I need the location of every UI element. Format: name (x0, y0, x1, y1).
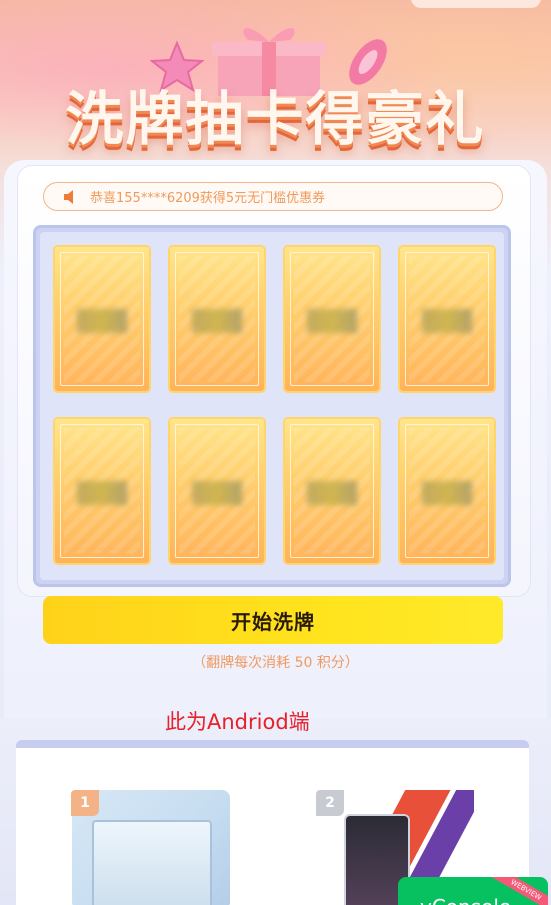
card-1[interactable] (55, 247, 149, 391)
speaker-icon (64, 189, 73, 204)
hero-banner: 洗牌抽卡得豪礼 (0, 0, 551, 170)
page-title: 洗牌抽卡得豪礼 (65, 85, 486, 153)
vconsole-button[interactable]: vConsole WEBVIEW (398, 877, 548, 905)
cost-note: （翻牌每次消耗 50 积分） (192, 655, 359, 671)
card-2[interactable] (170, 247, 264, 391)
card-5[interactable] (55, 419, 149, 563)
card-7[interactable] (285, 419, 379, 563)
card-blurred-prize (307, 481, 357, 505)
card-blurred-prize (422, 309, 472, 333)
card-6[interactable] (170, 419, 264, 563)
card-blurred-prize (192, 309, 242, 333)
card-8[interactable] (400, 419, 494, 563)
vconsole-label: vConsole (420, 895, 511, 905)
card-3[interactable] (285, 247, 379, 391)
card-blurred-prize (77, 481, 127, 505)
start-shuffle-button[interactable]: 开始洗牌 (43, 596, 503, 644)
rank-badge: 1 (71, 790, 99, 816)
card-blurred-prize (77, 309, 127, 333)
prize-image (92, 820, 212, 905)
card-blurred-prize (422, 481, 472, 505)
winner-ticker: 恭喜155****6209获得5元无门槛优惠券 (43, 182, 503, 211)
rank-badge: 2 (316, 790, 344, 816)
card-blurred-prize (192, 481, 242, 505)
ticker-text: 恭喜155****6209获得5元无门槛优惠券 (90, 191, 326, 206)
card-4[interactable] (400, 247, 494, 391)
card-blurred-prize (307, 309, 357, 333)
hero-topright-pill (411, 0, 541, 8)
annotation-text: 此为Andriod端 (165, 710, 310, 734)
